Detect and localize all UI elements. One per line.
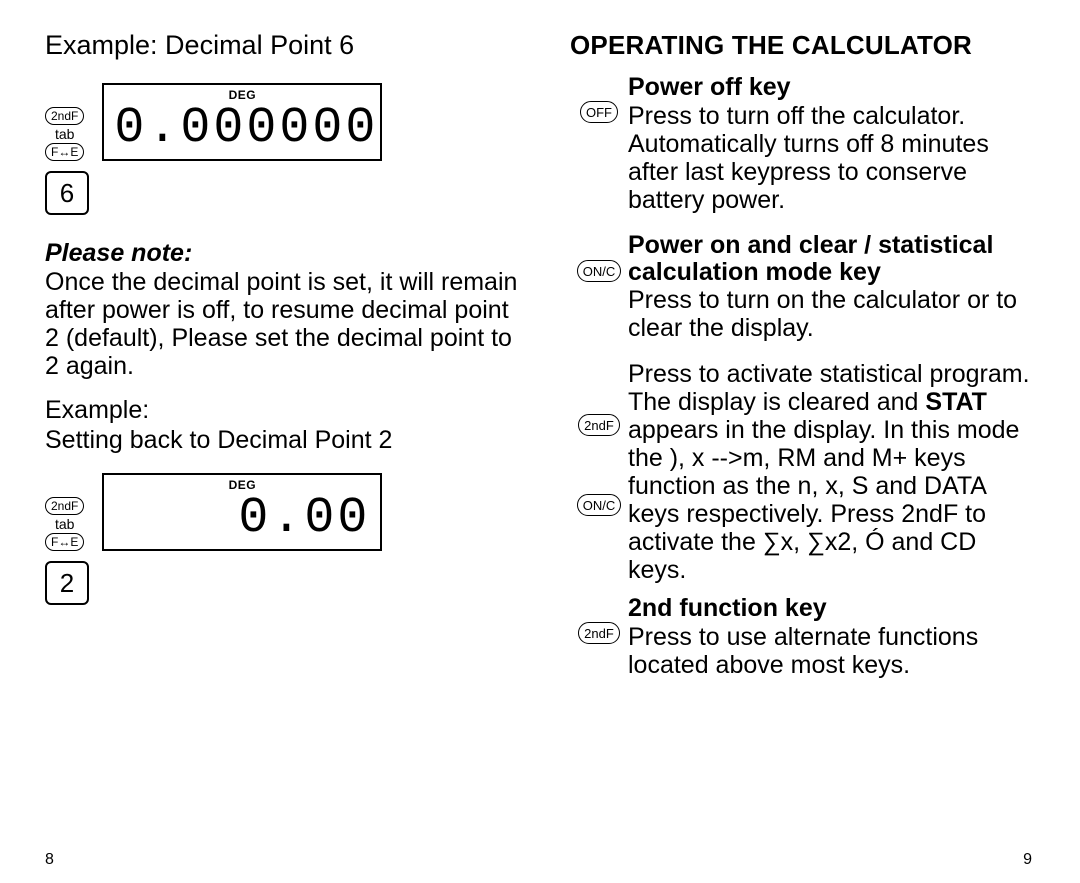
example-title: Example: Decimal Point 6 (45, 30, 520, 61)
lcd-digits: 0.000000 (114, 104, 370, 154)
second-fn-body: Press to use alternate functions located… (628, 623, 1030, 679)
page-number-left: 8 (45, 851, 54, 869)
stat-body-post: appears in the display. In this mode the… (628, 416, 1019, 584)
textcol: 2nd function key Press to use alternate … (628, 594, 1030, 679)
power-off-section: OFF Power off key Press to turn off the … (570, 73, 1030, 214)
tab-label: tab (55, 126, 74, 142)
key-fe: F↔E (45, 533, 84, 551)
key-onc: ON/C (577, 494, 622, 516)
keycol: ON/C (570, 232, 628, 282)
example-word: Example: (45, 396, 149, 424)
keypress-illustration-1: 2ndF tab F↔E DEG 0.000000 (45, 83, 520, 161)
key-2ndf: 2ndF (45, 497, 84, 515)
page-number-right: 9 (1023, 851, 1032, 869)
onc-heading: Power on and clear / statistical calcula… (628, 232, 1030, 286)
lcd-mode-indicator: DEG (229, 88, 257, 102)
second-fn-heading: 2nd function key (628, 594, 1030, 623)
keypress-illustration-2: 2ndF tab F↔E DEG 0.00 (45, 473, 520, 551)
example-label: Example: Setting back to Decimal Point 2 (45, 396, 520, 455)
power-off-body: Press to turn off the calculator. Automa… (628, 102, 1030, 214)
key-fe: F↔E (45, 143, 84, 161)
manual-page-spread: Example: Decimal Point 6 2ndF tab F↔E DE… (0, 0, 1080, 883)
section-heading: OPERATING THE CALCULATOR (570, 30, 1030, 61)
textcol: Power on and clear / statistical calcula… (628, 232, 1030, 342)
key-stack: 2ndF tab F↔E (45, 497, 84, 551)
keycol: 2ndF (570, 594, 628, 644)
right-page: OPERATING THE CALCULATOR OFF Power off k… (540, 30, 1040, 863)
please-note-body: Once the decimal point is set, it will r… (45, 268, 520, 380)
key-onc: ON/C (577, 260, 622, 282)
keycol: OFF (570, 73, 628, 123)
lcd-mode-indicator: DEG (229, 478, 257, 492)
example-body: Setting back to Decimal Point 2 (45, 426, 392, 454)
stat-body: Press to activate statistical program. T… (628, 360, 1030, 584)
lcd-display: DEG 0.00 (102, 473, 382, 551)
key-off: OFF (580, 101, 618, 123)
onc-section: ON/C Power on and clear / statistical ca… (570, 232, 1030, 342)
keycol: 2ndF ON/C (570, 360, 628, 516)
key-digit-6: 6 (45, 171, 89, 215)
left-page: Example: Decimal Point 6 2ndF tab F↔E DE… (40, 30, 540, 863)
key-2ndf: 2ndF (578, 414, 620, 436)
stat-section: 2ndF ON/C Press to activate statistical … (570, 360, 1030, 584)
stat-bold: STAT (925, 388, 987, 416)
lcd-digits: 0.00 (114, 494, 370, 544)
key-stack: 2ndF tab F↔E (45, 107, 84, 161)
key-2ndf: 2ndF (578, 622, 620, 644)
second-fn-section: 2ndF 2nd function key Press to use alter… (570, 594, 1030, 679)
lcd-display: DEG 0.000000 (102, 83, 382, 161)
onc-body1: Press to turn on the calculator or to cl… (628, 286, 1030, 342)
power-off-heading: Power off key (628, 73, 1030, 102)
textcol: Power off key Press to turn off the calc… (628, 73, 1030, 214)
tab-label: tab (55, 516, 74, 532)
please-note-heading: Please note: (45, 239, 520, 268)
key-2ndf: 2ndF (45, 107, 84, 125)
key-digit-2: 2 (45, 561, 89, 605)
